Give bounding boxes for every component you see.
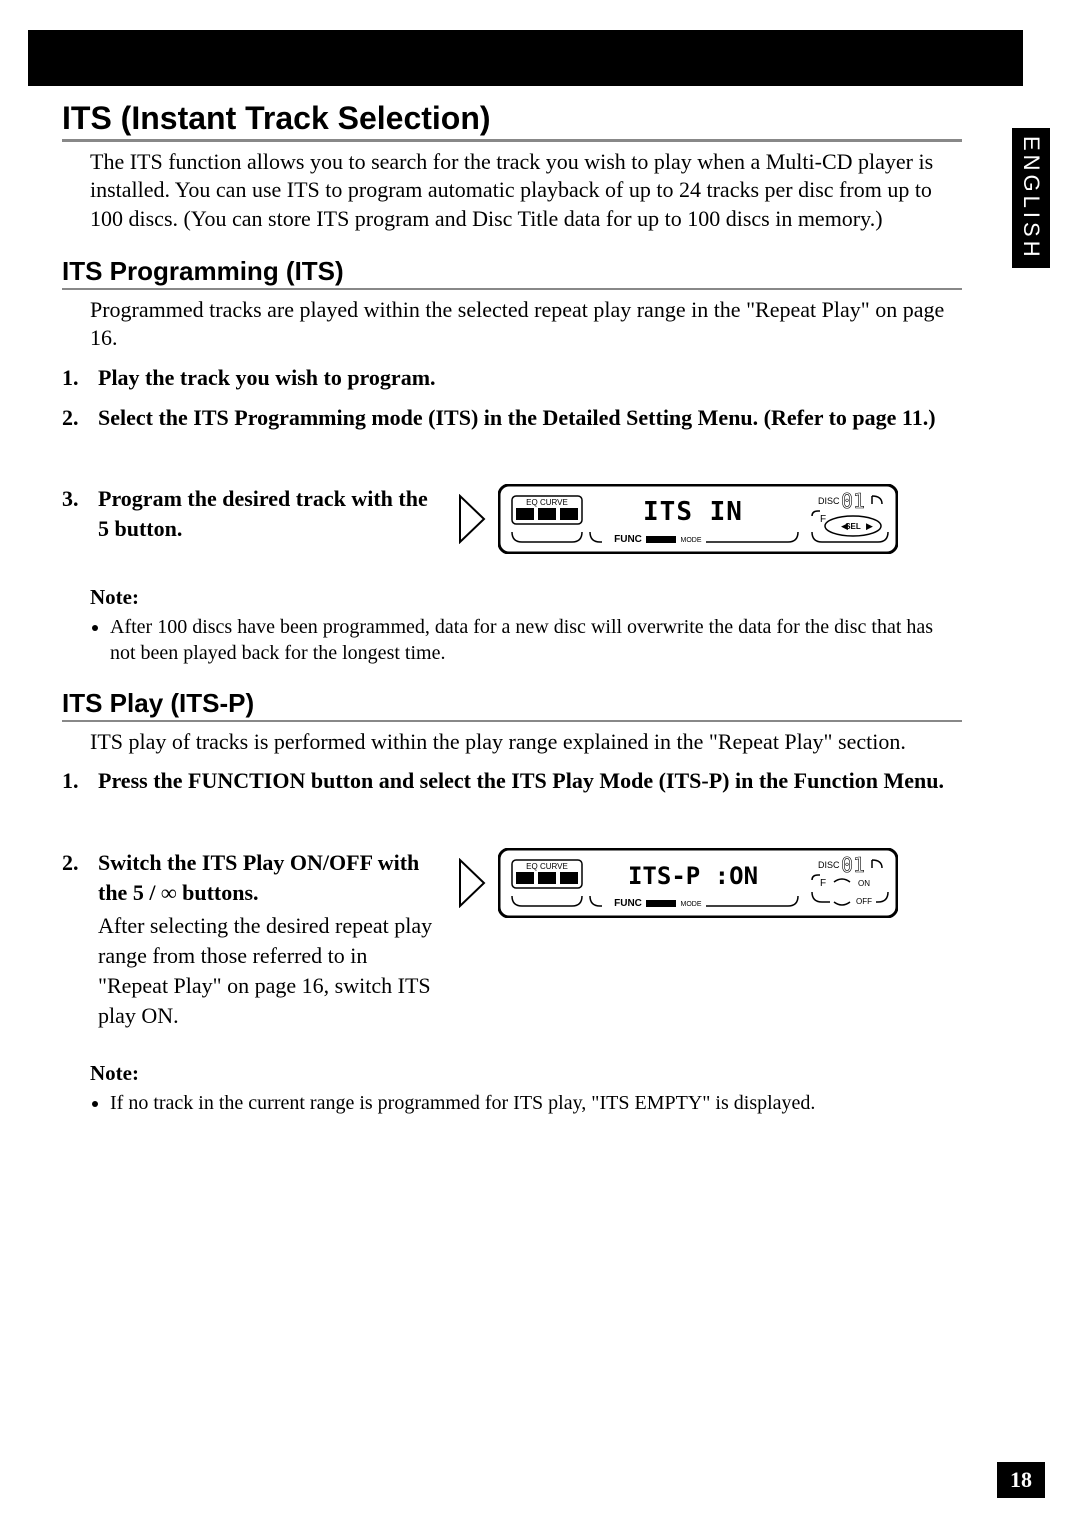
- lcd-display-its-p: EQ CURVE FUNC MODE ITS-P :ON DISC: [458, 848, 898, 918]
- svg-text:SEL: SEL: [845, 522, 861, 531]
- svg-text:ON: ON: [858, 879, 870, 888]
- note-label: Note:: [90, 584, 962, 611]
- svg-text:▶: ▶: [866, 521, 873, 531]
- step-text: Play the track you wish to program.: [98, 365, 436, 390]
- its-programming-intro: Programmed tracks are played within the …: [90, 296, 962, 353]
- language-tab: ENGLISH: [1012, 128, 1050, 268]
- section-title: ITS (Instant Track Selection): [62, 100, 962, 142]
- its-play-intro: ITS play of tracks is performed within t…: [90, 728, 962, 757]
- step-text: Switch the ITS Play ON/OFF with the 5 / …: [98, 848, 438, 907]
- svg-text:EQ CURVE: EQ CURVE: [526, 498, 568, 507]
- svg-text:DISC: DISC: [818, 860, 840, 870]
- step-1: Play the track you wish to program.: [62, 363, 962, 393]
- step-text: Press the FUNCTION button and select the…: [98, 768, 944, 793]
- header-bar: [28, 30, 1023, 86]
- its-play-steps: Press the FUNCTION button and select the…: [62, 766, 962, 1030]
- page-content: ITS (Instant Track Selection) The ITS fu…: [62, 100, 962, 1120]
- its-programming-steps: Play the track you wish to program. Sele…: [62, 363, 962, 554]
- svg-text:OFF: OFF: [856, 897, 872, 906]
- step-text: Select the ITS Programming mode (ITS) in…: [98, 405, 936, 430]
- note-block: Note: If no track in the current range i…: [90, 1060, 962, 1115]
- svg-text:DISC: DISC: [818, 496, 840, 506]
- step-subtext: After selecting the desired repeat play …: [98, 911, 438, 1030]
- lcd-panel: EQ CURVE FUNC MODE ITS-P :ON DISC: [498, 848, 898, 918]
- svg-text:ITS IN: ITS IN: [643, 497, 743, 527]
- svg-text:F: F: [820, 878, 826, 889]
- svg-text:ITS-P :ON: ITS-P :ON: [628, 862, 758, 890]
- step-3: Program the desired track with the 5 but…: [62, 484, 962, 554]
- lcd-display-its-in: EQ CURVE FUNC MODE ITS IN: [458, 484, 898, 554]
- manual-page: ENGLISH ITS (Instant Track Selection) Th…: [0, 0, 1080, 1533]
- lcd-panel: EQ CURVE FUNC MODE ITS IN: [498, 484, 898, 554]
- page-number: 18: [997, 1462, 1045, 1498]
- svg-text:MODE: MODE: [681, 901, 702, 908]
- pointer-icon: [458, 858, 488, 908]
- svg-text:EQ CURVE: EQ CURVE: [526, 862, 568, 871]
- step-text: Program the desired track with the 5 but…: [98, 484, 438, 543]
- subsection-its-programming: ITS Programming (ITS): [62, 256, 962, 290]
- svg-text:MODE: MODE: [681, 537, 702, 544]
- note-item: After 100 discs have been programmed, da…: [110, 614, 962, 666]
- note-block: Note: After 100 discs have been programm…: [90, 584, 962, 665]
- note-item: If no track in the current range is prog…: [110, 1090, 962, 1116]
- svg-text:FUNC: FUNC: [614, 898, 642, 909]
- svg-text:01: 01: [841, 489, 865, 513]
- note-label: Note:: [90, 1060, 962, 1087]
- step-2: Select the ITS Programming mode (ITS) in…: [62, 403, 962, 433]
- step-2: Switch the ITS Play ON/OFF with the 5 / …: [62, 848, 962, 1030]
- svg-text:01: 01: [841, 853, 865, 877]
- svg-text:FUNC: FUNC: [614, 534, 642, 545]
- subsection-its-play: ITS Play (ITS-P): [62, 688, 962, 722]
- section-intro: The ITS function allows you to search fo…: [90, 148, 962, 234]
- step-1: Press the FUNCTION button and select the…: [62, 766, 962, 796]
- pointer-icon: [458, 494, 488, 544]
